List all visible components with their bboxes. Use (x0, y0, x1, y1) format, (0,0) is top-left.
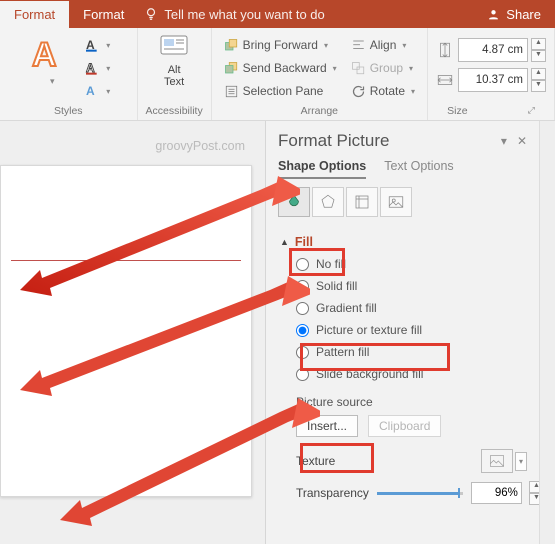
align-button[interactable]: Align▾ (351, 34, 415, 56)
rotate-button[interactable]: Rotate▾ (351, 80, 415, 102)
height-spinner[interactable]: ▲▼ (531, 38, 546, 62)
width-spinner[interactable]: ▲▼ (531, 68, 546, 92)
lightbulb-icon (144, 7, 158, 21)
group-arrange: Bring Forward▾ Send Backward▾ Selection … (212, 28, 428, 120)
height-field[interactable]: ▲▼ (436, 38, 546, 62)
picture-source-label: Picture source (278, 395, 527, 409)
clipboard-button: Clipboard (368, 415, 441, 437)
radio-solid-fill[interactable]: Solid fill (278, 275, 527, 297)
radio-gradient-fill[interactable]: Gradient fill (278, 297, 527, 319)
bring-forward-button[interactable]: Bring Forward▾ (224, 34, 337, 56)
transparency-label: Transparency (296, 486, 369, 500)
group-label-accessibility: Accessibility (146, 103, 203, 118)
format-picture-pane: Format Picture ▾ ✕ Shape Options Text Op… (265, 121, 539, 544)
height-input[interactable] (458, 38, 528, 62)
pane-title: Format Picture (278, 131, 389, 151)
send-backward-button[interactable]: Send Backward▾ (224, 57, 337, 79)
ribbon-tab-strip: Format Format Tell me what you want to d… (0, 0, 555, 28)
pane-menu-icon[interactable]: ▾ (501, 134, 507, 148)
insert-button[interactable]: Insert... (296, 415, 358, 437)
selection-pane-button[interactable]: Selection Pane (224, 80, 337, 102)
group-button: Group▾ (351, 57, 415, 79)
tab-format[interactable]: Format (69, 0, 138, 29)
group-styles: A ▾ A▾ A▾ A▾ Styles (0, 28, 138, 120)
wordart-style-gallery[interactable]: A ▾ (26, 32, 78, 89)
width-input[interactable] (458, 68, 528, 92)
texture-picker[interactable] (481, 449, 513, 473)
ribbon: A ▾ A▾ A▾ A▾ Styles Alt Text (0, 28, 555, 121)
watermark: groovyPost.com (155, 139, 245, 153)
slide[interactable] (0, 165, 252, 497)
text-options-tab[interactable]: Text Options (384, 159, 453, 179)
section-fill-label: Fill (295, 235, 313, 249)
slide-divider (11, 260, 241, 261)
group-size: ▲▼ ▲▼ Size ⤢ (428, 28, 555, 120)
shape-options-tab[interactable]: Shape Options (278, 159, 366, 179)
radio-picture-fill[interactable]: Picture or texture fill (278, 319, 527, 341)
collapse-icon: ▲ (280, 237, 289, 247)
size-dialog-launcher[interactable]: ⤢ (528, 105, 535, 117)
radio-no-fill[interactable]: No fill (278, 253, 527, 275)
workspace: groovyPost.com Format Picture ▾ ✕ Shape … (0, 121, 555, 544)
tab-format-active[interactable]: Format (0, 0, 69, 29)
picture-category[interactable] (380, 187, 412, 217)
texture-label: Texture (296, 454, 335, 468)
section-fill-header[interactable]: ▲ Fill (278, 231, 527, 253)
radio-slide-bg-fill[interactable]: Slide background fill (278, 363, 527, 385)
svg-text:A: A (86, 84, 95, 98)
size-category[interactable] (346, 187, 378, 217)
text-outline-button[interactable]: A▾ (84, 57, 110, 79)
group-accessibility: Alt Text Accessibility (138, 28, 212, 120)
tell-me-search[interactable]: Tell me what you want to do (144, 7, 324, 22)
alt-text-button[interactable]: Alt Text (155, 32, 193, 90)
group-label-arrange: Arrange (301, 103, 338, 118)
slide-canvas[interactable]: groovyPost.com (0, 121, 265, 544)
text-effects-button[interactable]: A▾ (84, 80, 110, 102)
transparency-input[interactable] (471, 482, 522, 504)
transparency-slider[interactable] (377, 488, 463, 498)
chevron-down-icon[interactable]: ▾ (515, 452, 527, 471)
fill-line-category[interactable] (278, 187, 310, 217)
group-label-size: Size (447, 105, 467, 117)
text-fill-button[interactable]: A▾ (84, 34, 110, 56)
pane-scrollbar[interactable] (539, 121, 555, 544)
group-label-styles: Styles (54, 103, 83, 118)
effects-category[interactable] (312, 187, 344, 217)
width-field[interactable]: ▲▼ (436, 68, 546, 92)
svg-text:A: A (32, 36, 57, 74)
share-button[interactable]: Share (487, 7, 541, 22)
person-icon (487, 8, 500, 21)
pane-close-icon[interactable]: ✕ (517, 134, 527, 148)
radio-pattern-fill[interactable]: Pattern fill (278, 341, 527, 363)
